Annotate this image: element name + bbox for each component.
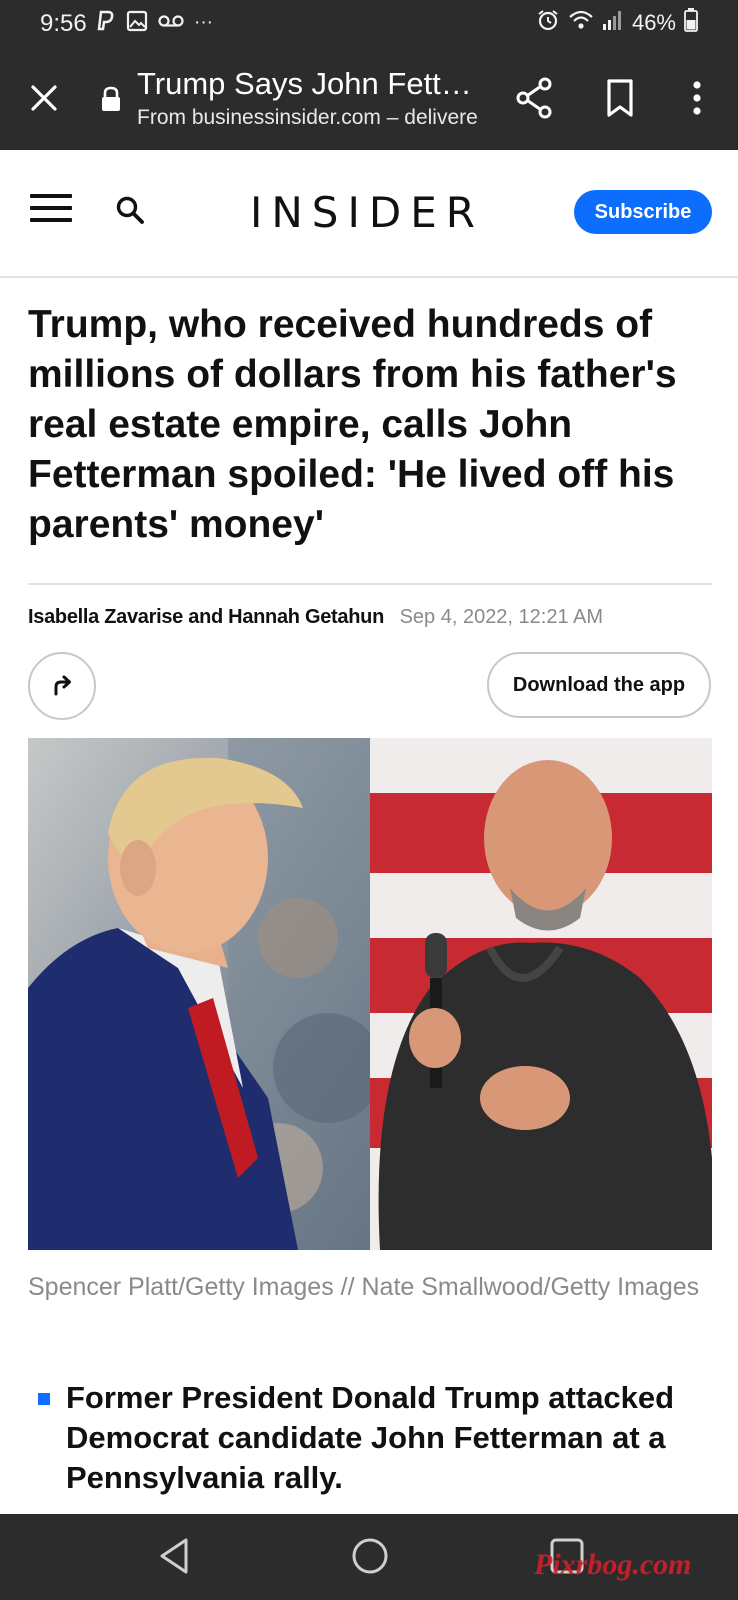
more-notifications-icon: ··· xyxy=(194,12,213,33)
notification-icons: ··· xyxy=(96,10,213,36)
article-headline: Trump, who received hundreds of millions… xyxy=(28,303,677,546)
alarm-icon xyxy=(536,8,560,38)
byline: Isabella Zavarise and Hannah Getahun Sep… xyxy=(28,606,603,629)
search-icon[interactable] xyxy=(114,194,146,226)
share-article-button[interactable] xyxy=(28,652,96,720)
battery-percent: 46% xyxy=(631,10,676,35)
menu-icon[interactable] xyxy=(30,194,72,228)
status-bar: 9:56 ··· 46% xyxy=(0,0,738,48)
paypal-icon xyxy=(96,10,116,37)
status-time: 9:56 xyxy=(40,10,87,37)
system-icons: 46% xyxy=(536,8,698,38)
key-point-1: Former President Donald Trump attacked D… xyxy=(66,1380,675,1495)
article-date: Sep 4, 2022, 12:21 AM xyxy=(399,606,604,628)
fetterman-photo xyxy=(370,738,712,1250)
battery-icon xyxy=(684,8,698,38)
wifi-icon xyxy=(568,9,594,37)
close-icon[interactable] xyxy=(26,80,62,116)
gallery-icon xyxy=(126,10,148,37)
article-photo[interactable] xyxy=(28,738,712,1250)
page-title: Trump Says John Fetterman Is Spoiled xyxy=(137,66,477,101)
page-source: From businessinsider.com – delivered xyxy=(137,106,477,129)
more-vert-icon[interactable] xyxy=(684,78,710,118)
voicemail-icon xyxy=(158,13,184,34)
share-icon[interactable] xyxy=(514,76,554,120)
download-app-button[interactable]: Download the app xyxy=(487,652,711,718)
bookmark-icon[interactable] xyxy=(604,78,636,118)
home-icon[interactable] xyxy=(350,1536,390,1581)
browser-toolbar: Trump Says John Fetterman Is Spoiled Fro… xyxy=(0,48,738,150)
article-authors[interactable]: Isabella Zavarise and Hannah Getahun xyxy=(28,606,384,628)
signal-icon xyxy=(602,9,624,37)
site-header: INSIDER Subscribe xyxy=(0,150,738,278)
back-icon[interactable] xyxy=(156,1536,192,1581)
subscribe-button[interactable]: Subscribe xyxy=(574,190,712,234)
forward-arrow-icon xyxy=(54,675,71,696)
page-title-area[interactable]: Trump Says John Fetterman Is Spoiled Fro… xyxy=(137,66,477,132)
photo-caption: Spencer Platt/Getty Images // Nate Small… xyxy=(28,1273,700,1301)
divider xyxy=(28,583,712,585)
lock-icon xyxy=(100,86,122,112)
trump-photo xyxy=(28,738,370,1250)
insider-logo[interactable]: INSIDER xyxy=(250,188,480,237)
bullet-marker xyxy=(38,1393,50,1405)
watermark: Pixrbog.com xyxy=(534,1548,692,1581)
